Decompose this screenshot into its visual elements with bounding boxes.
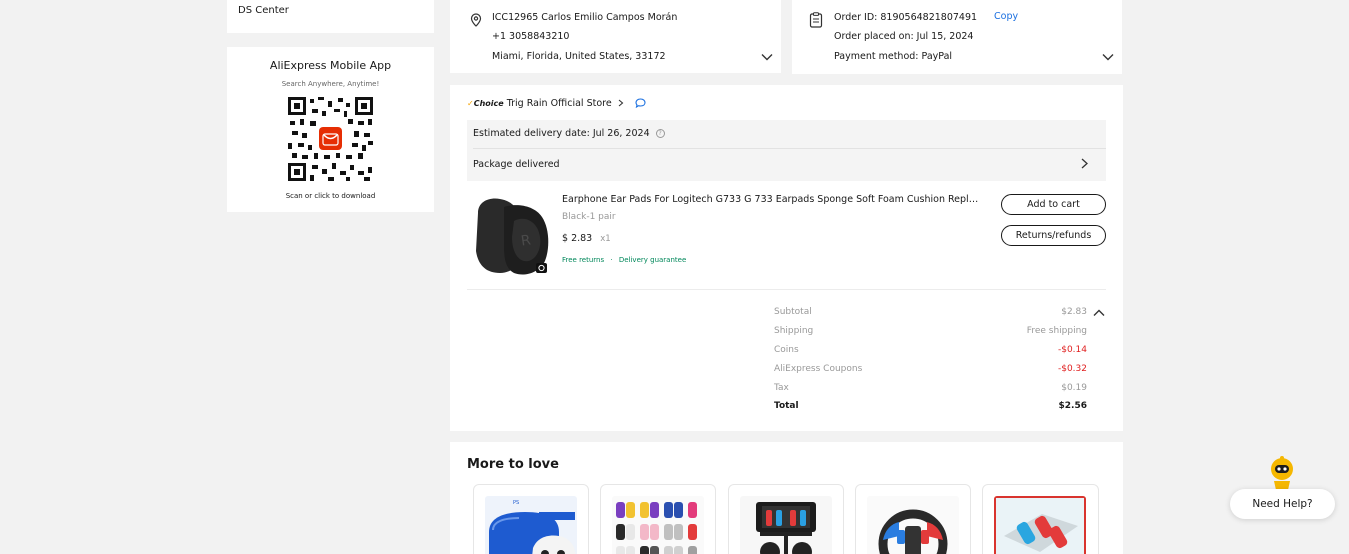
divider xyxy=(467,289,1106,290)
recommendation-tile[interactable] xyxy=(982,484,1099,554)
coupons-value: -$0.32 xyxy=(1057,364,1087,374)
store-name[interactable]: Trig Rain Official Store xyxy=(507,98,612,109)
tax-label: Tax xyxy=(774,383,789,393)
order-id: Order ID: 8190564821807491 xyxy=(834,12,978,23)
svg-text:PS: PS xyxy=(513,500,519,506)
order-package-card: ✓Choice Trig Rain Official Store Estimat… xyxy=(450,85,1123,431)
location-pin-icon xyxy=(470,13,482,27)
question-mark-icon[interactable]: ? xyxy=(655,129,665,138)
ds-center-card[interactable]: DS Center xyxy=(227,0,434,33)
console-stand-image xyxy=(740,496,832,554)
chevron-down-icon[interactable] xyxy=(1102,53,1114,61)
shipping-label: Shipping xyxy=(774,326,814,336)
controller-case-image: PS xyxy=(485,496,577,554)
package-status: Package delivered xyxy=(473,159,560,170)
recommendation-tile[interactable] xyxy=(728,484,844,554)
shipping-address-card: ICC12965 Carlos Emilio Campos Morán +1 3… xyxy=(450,0,781,73)
more-to-love-section: More to love PS xyxy=(450,442,1123,554)
recommendation-tile[interactable]: PS xyxy=(473,484,589,554)
tax-value: $0.19 xyxy=(1061,383,1087,393)
chevron-right-icon[interactable] xyxy=(618,99,624,107)
chat-bubble-icon[interactable] xyxy=(635,98,646,108)
total-value: $2.56 xyxy=(1058,401,1087,411)
product-title[interactable]: Earphone Ear Pads For Logitech G733 G 73… xyxy=(562,194,980,205)
product-price: $ 2.83 x1 xyxy=(562,233,611,244)
order-document-icon xyxy=(809,12,823,28)
product-variant: Black-1 pair xyxy=(562,212,616,222)
assistant-mascot-icon[interactable] xyxy=(1266,455,1298,491)
delivery-status-box[interactable]: Estimated delivery date: Jul 26, 2024? P… xyxy=(467,120,1106,181)
estimated-delivery: Estimated delivery date: Jul 26, 2024? xyxy=(473,128,665,139)
tag-separator: · xyxy=(610,256,613,264)
choice-badge: ✓Choice xyxy=(467,98,504,108)
shipping-value: Free shipping xyxy=(1026,326,1087,336)
joycon-charger-image xyxy=(994,496,1086,554)
recipient-name: ICC12965 Carlos Emilio Campos Morán xyxy=(492,12,678,23)
coins-label: Coins xyxy=(774,345,799,355)
recommendation-tile[interactable] xyxy=(855,484,971,554)
recommendation-tile[interactable] xyxy=(600,484,716,554)
subtotal-label: Subtotal xyxy=(774,307,812,317)
qr-code-icon[interactable] xyxy=(288,97,373,181)
coupons-label: AliExpress Coupons xyxy=(774,364,863,374)
product-tags: Free returns · Delivery guarantee xyxy=(562,256,686,264)
mobile-app-card[interactable]: AliExpress Mobile App Search Anywhere, A… xyxy=(227,47,434,212)
order-placed-date: Order placed on: Jul 15, 2024 xyxy=(834,31,974,42)
returns-refunds-button[interactable]: Returns/refunds xyxy=(1001,225,1106,246)
recipient-phone: +1 3058843210 xyxy=(492,31,570,42)
total-label: Total xyxy=(774,401,799,411)
free-returns-tag: Free returns xyxy=(562,256,605,264)
subtotal-value: $2.83 xyxy=(1061,307,1087,317)
recipient-location: Miami, Florida, United States, 33172 xyxy=(492,51,666,62)
chevron-down-icon[interactable] xyxy=(761,53,773,61)
steering-wheel-image xyxy=(867,496,959,554)
add-to-cart-button[interactable]: Add to cart xyxy=(1001,194,1106,215)
store-header[interactable]: ✓Choice Trig Rain Official Store xyxy=(467,96,646,110)
product-quantity: x1 xyxy=(600,234,611,244)
order-info-card: Order ID: 8190564821807491 Copy Order pl… xyxy=(792,0,1122,74)
app-download-hint[interactable]: Scan or click to download xyxy=(227,192,434,200)
chevron-up-icon[interactable] xyxy=(1093,309,1105,317)
coins-value: -$0.14 xyxy=(1057,345,1087,355)
copy-order-id-button[interactable]: Copy xyxy=(994,11,1018,22)
need-help-button[interactable]: Need Help? xyxy=(1230,489,1335,519)
chevron-right-icon[interactable] xyxy=(1081,158,1088,169)
delivery-guarantee-tag: Delivery guarantee xyxy=(618,256,687,264)
product-image[interactable]: R xyxy=(468,193,551,277)
divider xyxy=(473,148,1106,149)
payment-method: Payment method: PayPal xyxy=(834,51,953,62)
mobile-app-title: AliExpress Mobile App xyxy=(269,59,392,72)
mobile-app-subtitle: Search Anywhere, Anytime! xyxy=(281,80,380,88)
ds-center-link[interactable]: DS Center xyxy=(238,5,289,16)
section-title: More to love xyxy=(467,457,559,472)
joycon-skins-image xyxy=(612,496,704,554)
